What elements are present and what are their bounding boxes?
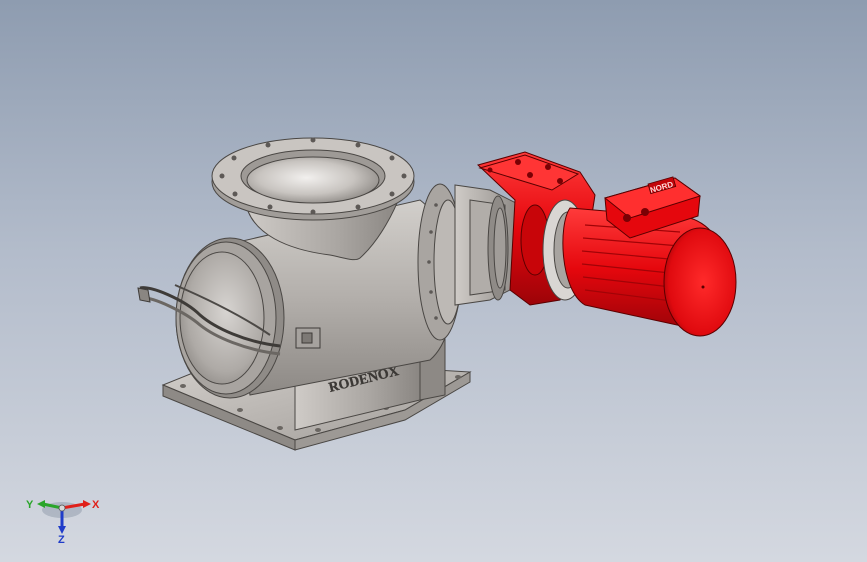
rotary-valve-model[interactable]: RODENOX NORD	[0, 0, 867, 562]
cad-viewport[interactable]: RODENOX NORD X Y Z	[0, 0, 867, 562]
z-axis-label: Z	[58, 534, 65, 544]
y-axis-label: Y	[26, 499, 34, 511]
x-axis-label: X	[92, 499, 100, 511]
orientation-triad[interactable]: X Y Z	[22, 488, 102, 546]
